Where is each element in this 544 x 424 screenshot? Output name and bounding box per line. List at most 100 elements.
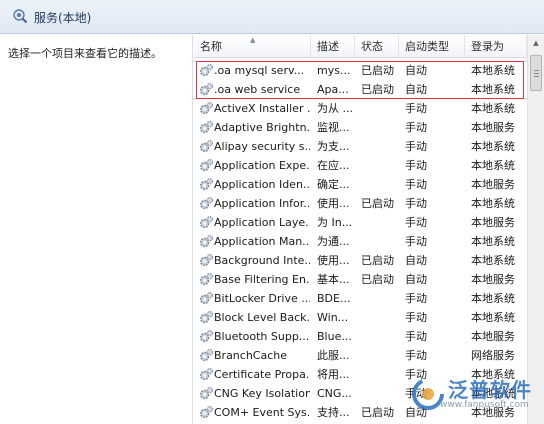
service-row[interactable]: BranchCache 此服... 手动 网络服务 — [194, 346, 527, 365]
service-logon: 本地服务 — [471, 273, 515, 286]
service-startup: 手动 — [405, 178, 427, 191]
gear-icon — [199, 158, 214, 172]
service-name: Application Iden... — [214, 178, 310, 191]
service-row[interactable]: ActiveX Installer ... 为从 ... 手动 本地系统 — [194, 99, 527, 118]
service-startup: 自动 — [405, 273, 427, 286]
grip-line — [534, 73, 539, 74]
service-name: COM+ Event Sys... — [214, 406, 310, 419]
gear-icon — [199, 120, 214, 134]
service-description: Win... — [317, 311, 349, 324]
description-text: 选择一个项目来查看它的描述。 — [8, 47, 162, 60]
service-row[interactable]: Application Expe... 在应... 手动 本地系统 — [194, 156, 527, 175]
service-startup: 手动 — [405, 197, 427, 210]
service-startup: 手动 — [405, 140, 427, 153]
service-description: 监视... — [317, 121, 350, 134]
service-status — [361, 99, 399, 118]
service-name: Application Expe... — [214, 159, 310, 172]
title-bar: 服务(本地) — [0, 0, 544, 34]
service-description: BDE... — [317, 292, 351, 305]
service-name: Background Inte... — [214, 254, 310, 267]
gear-icon — [199, 139, 214, 153]
service-row[interactable]: Application Infor... 使用... 已启动 手动 本地系统 — [194, 194, 527, 213]
gear-icon — [199, 386, 214, 400]
service-startup: 手动 — [405, 216, 427, 229]
service-status — [361, 289, 399, 308]
services-list[interactable]: 名称 ▲ 描述 状态 启动类型 登录为 .oa mysql serv... mys… — [194, 35, 544, 424]
service-status — [361, 365, 399, 384]
vertical-scrollbar[interactable]: ▲ — [527, 35, 544, 424]
service-name: CNG Key Isolation — [214, 387, 310, 400]
service-row[interactable]: Application Man... 为通... 手动 本地系统 — [194, 232, 527, 251]
service-row[interactable]: Application Laye... 为 In... 手动 本地服务 — [194, 213, 527, 232]
service-name: Base Filtering En... — [214, 273, 310, 286]
grip-line — [534, 70, 539, 71]
service-description: 在应... — [317, 159, 350, 172]
scrollbar-thumb[interactable] — [530, 55, 542, 91]
gear-icon — [199, 329, 214, 343]
service-name: BitLocker Drive ... — [214, 292, 310, 305]
service-description: 为 In... — [317, 216, 353, 229]
service-row[interactable]: Alipay security s... 为支... 手动 本地系统 — [194, 137, 527, 156]
column-header-name-label: 名称 — [200, 40, 222, 53]
gear-icon — [199, 405, 214, 419]
service-logon: 本地服务 — [471, 178, 515, 191]
service-status — [361, 213, 399, 232]
service-row[interactable]: Bluetooth Supp... Blue... 手动 本地服务 — [194, 327, 527, 346]
service-description: 为支... — [317, 140, 350, 153]
service-logon: 网络服务 — [471, 349, 515, 362]
grip-line — [534, 76, 539, 77]
column-header-startup-type[interactable]: 启动类型 — [399, 35, 465, 58]
service-name: Block Level Back... — [214, 311, 310, 324]
highlight-box — [196, 61, 524, 99]
gear-icon — [199, 196, 214, 210]
service-row[interactable]: Base Filtering En... 基本... 已启动 自动 本地服务 — [194, 270, 527, 289]
service-status — [361, 327, 399, 346]
service-row[interactable]: BitLocker Drive ... BDE... 手动 本地系统 — [194, 289, 527, 308]
service-description: 为通... — [317, 235, 350, 248]
column-header-logon-as[interactable]: 登录为 — [465, 35, 527, 58]
service-status — [361, 346, 399, 365]
service-name: ActiveX Installer ... — [214, 102, 310, 115]
service-row[interactable]: Block Level Back... Win... 手动 本地系统 — [194, 308, 527, 327]
gear-icon — [199, 291, 214, 305]
watermark-url: www.fanpusoft.com — [440, 400, 529, 410]
service-startup: 手动 — [405, 102, 427, 115]
service-description: 为从 ... — [317, 102, 353, 115]
service-row[interactable]: Adaptive Brightn... 监视... 手动 本地服务 — [194, 118, 527, 137]
service-name: Application Laye... — [214, 216, 310, 229]
service-logon: 本地系统 — [471, 311, 515, 324]
service-logon: 本地系统 — [471, 235, 515, 248]
service-name: Alipay security s... — [214, 140, 310, 153]
service-startup: 手动 — [405, 330, 427, 343]
service-name: Certificate Propa... — [214, 368, 310, 381]
scroll-up-arrow-icon[interactable]: ▲ — [528, 35, 544, 52]
service-startup: 手动 — [405, 311, 427, 324]
service-logon: 本地系统 — [471, 140, 515, 153]
service-status — [361, 175, 399, 194]
service-description: 此服... — [317, 349, 350, 362]
service-logon: 本地系统 — [471, 159, 515, 172]
service-status — [361, 118, 399, 137]
column-header-name[interactable]: 名称 ▲ — [194, 35, 311, 58]
service-status — [361, 137, 399, 156]
service-description: 使用... — [317, 254, 350, 267]
gear-icon — [199, 177, 214, 191]
service-name: Application Man... — [214, 235, 310, 248]
gear-icon — [199, 272, 214, 286]
service-status: 已启动 — [361, 197, 394, 210]
column-header-status[interactable]: 状态 — [355, 35, 399, 58]
service-startup: 手动 — [405, 292, 427, 305]
gear-icon — [199, 234, 214, 248]
service-row[interactable]: Application Iden... 确定... 手动 本地服务 — [194, 175, 527, 194]
service-startup: 手动 — [405, 349, 427, 362]
service-description: 使用... — [317, 197, 350, 210]
service-name: Adaptive Brightn... — [214, 121, 310, 134]
column-header-description[interactable]: 描述 — [311, 35, 355, 58]
gear-icon — [199, 367, 214, 381]
service-row[interactable]: Background Inte... 使用... 已启动 自动 本地系统 — [194, 251, 527, 270]
description-pane: 选择一个项目来查看它的描述。 — [0, 35, 193, 424]
service-logon: 本地服务 — [471, 216, 515, 229]
service-description: 基本... — [317, 273, 350, 286]
service-description: 确定... — [317, 178, 350, 191]
service-startup: 自动 — [405, 254, 427, 267]
